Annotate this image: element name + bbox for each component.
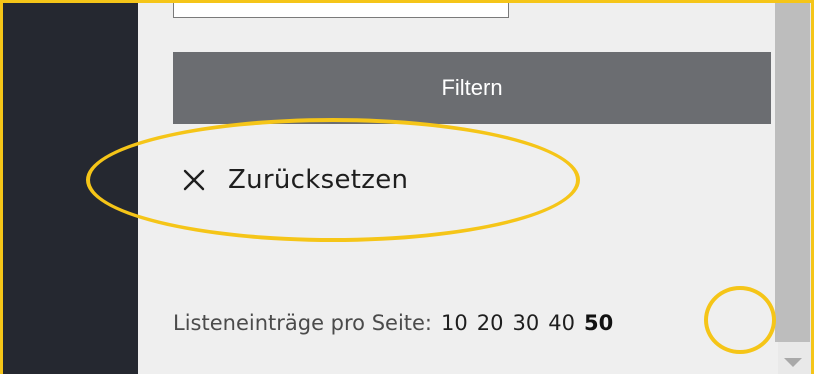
scrollbar-thumb[interactable]: [775, 0, 810, 342]
page-size-option[interactable]: 10: [441, 311, 468, 335]
reset-button[interactable]: Zurücksetzen: [180, 162, 408, 198]
filter-button[interactable]: Filtern: [173, 52, 771, 124]
page-size-option-selected[interactable]: 50: [584, 311, 613, 335]
page-size-option[interactable]: 40: [548, 311, 575, 335]
search-input[interactable]: [173, 0, 509, 18]
page-size-option[interactable]: 20: [477, 311, 504, 335]
page-size-option[interactable]: 30: [512, 311, 539, 335]
close-icon: [180, 166, 208, 194]
chevron-down-icon[interactable]: [784, 358, 802, 367]
items-per-page-label: Listeneinträge pro Seite:: [173, 311, 433, 335]
reset-label: Zurücksetzen: [228, 165, 409, 195]
sidebar: [0, 0, 138, 374]
items-per-page: Listeneinträge pro Seite: 10 20 30 40 50: [173, 306, 613, 340]
